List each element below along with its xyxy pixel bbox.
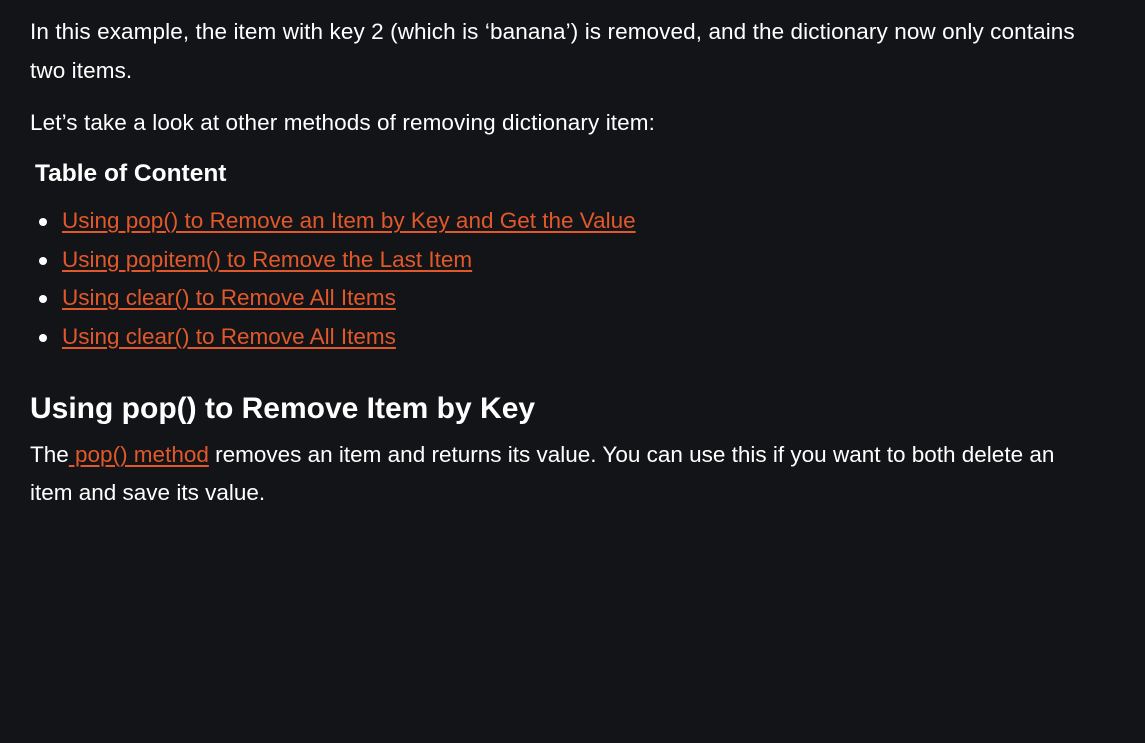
bullet-icon: [39, 218, 47, 226]
toc-item-pop: Using pop() to Remove an Item by Key and…: [30, 202, 1090, 241]
bullet-icon: [39, 256, 47, 265]
section-paragraph: The pop() method removes an item and ret…: [30, 436, 1090, 512]
toc-link-clear[interactable]: Using clear() to Remove All Items: [62, 285, 396, 310]
toc-link-popitem[interactable]: Using popitem() to Remove the Last Item: [62, 247, 472, 272]
toc-title: Table of Content: [35, 160, 227, 187]
pop-method-link[interactable]: pop() method: [69, 442, 209, 467]
toc-item-clear: Using clear() to Remove All Items: [30, 279, 1090, 318]
table-of-contents: Table of Content Using pop() to Remove a…: [30, 157, 1090, 356]
intro-paragraph: In this example, the item with key 2 (wh…: [30, 19, 1075, 83]
toc-item-clear-duplicate: Using clear() to Remove All Items: [30, 318, 1090, 357]
article-content: In this example, the item with key 2 (wh…: [30, 12, 1090, 512]
toc-list: Using pop() to Remove an Item by Key and…: [30, 202, 1090, 356]
section-text-before-link: The: [30, 442, 69, 467]
bullet-icon: [39, 333, 47, 342]
methods-intro-paragraph: Let’s take a look at other methods of re…: [30, 110, 655, 135]
toc-link-pop[interactable]: Using pop() to Remove an Item by Key and…: [62, 208, 636, 233]
bullet-icon: [39, 295, 47, 303]
toc-item-popitem: Using popitem() to Remove the Last Item: [30, 241, 1090, 280]
section-heading: Using pop() to Remove Item by Key: [30, 392, 536, 425]
toc-link-clear-duplicate[interactable]: Using clear() to Remove All Items: [62, 324, 396, 349]
